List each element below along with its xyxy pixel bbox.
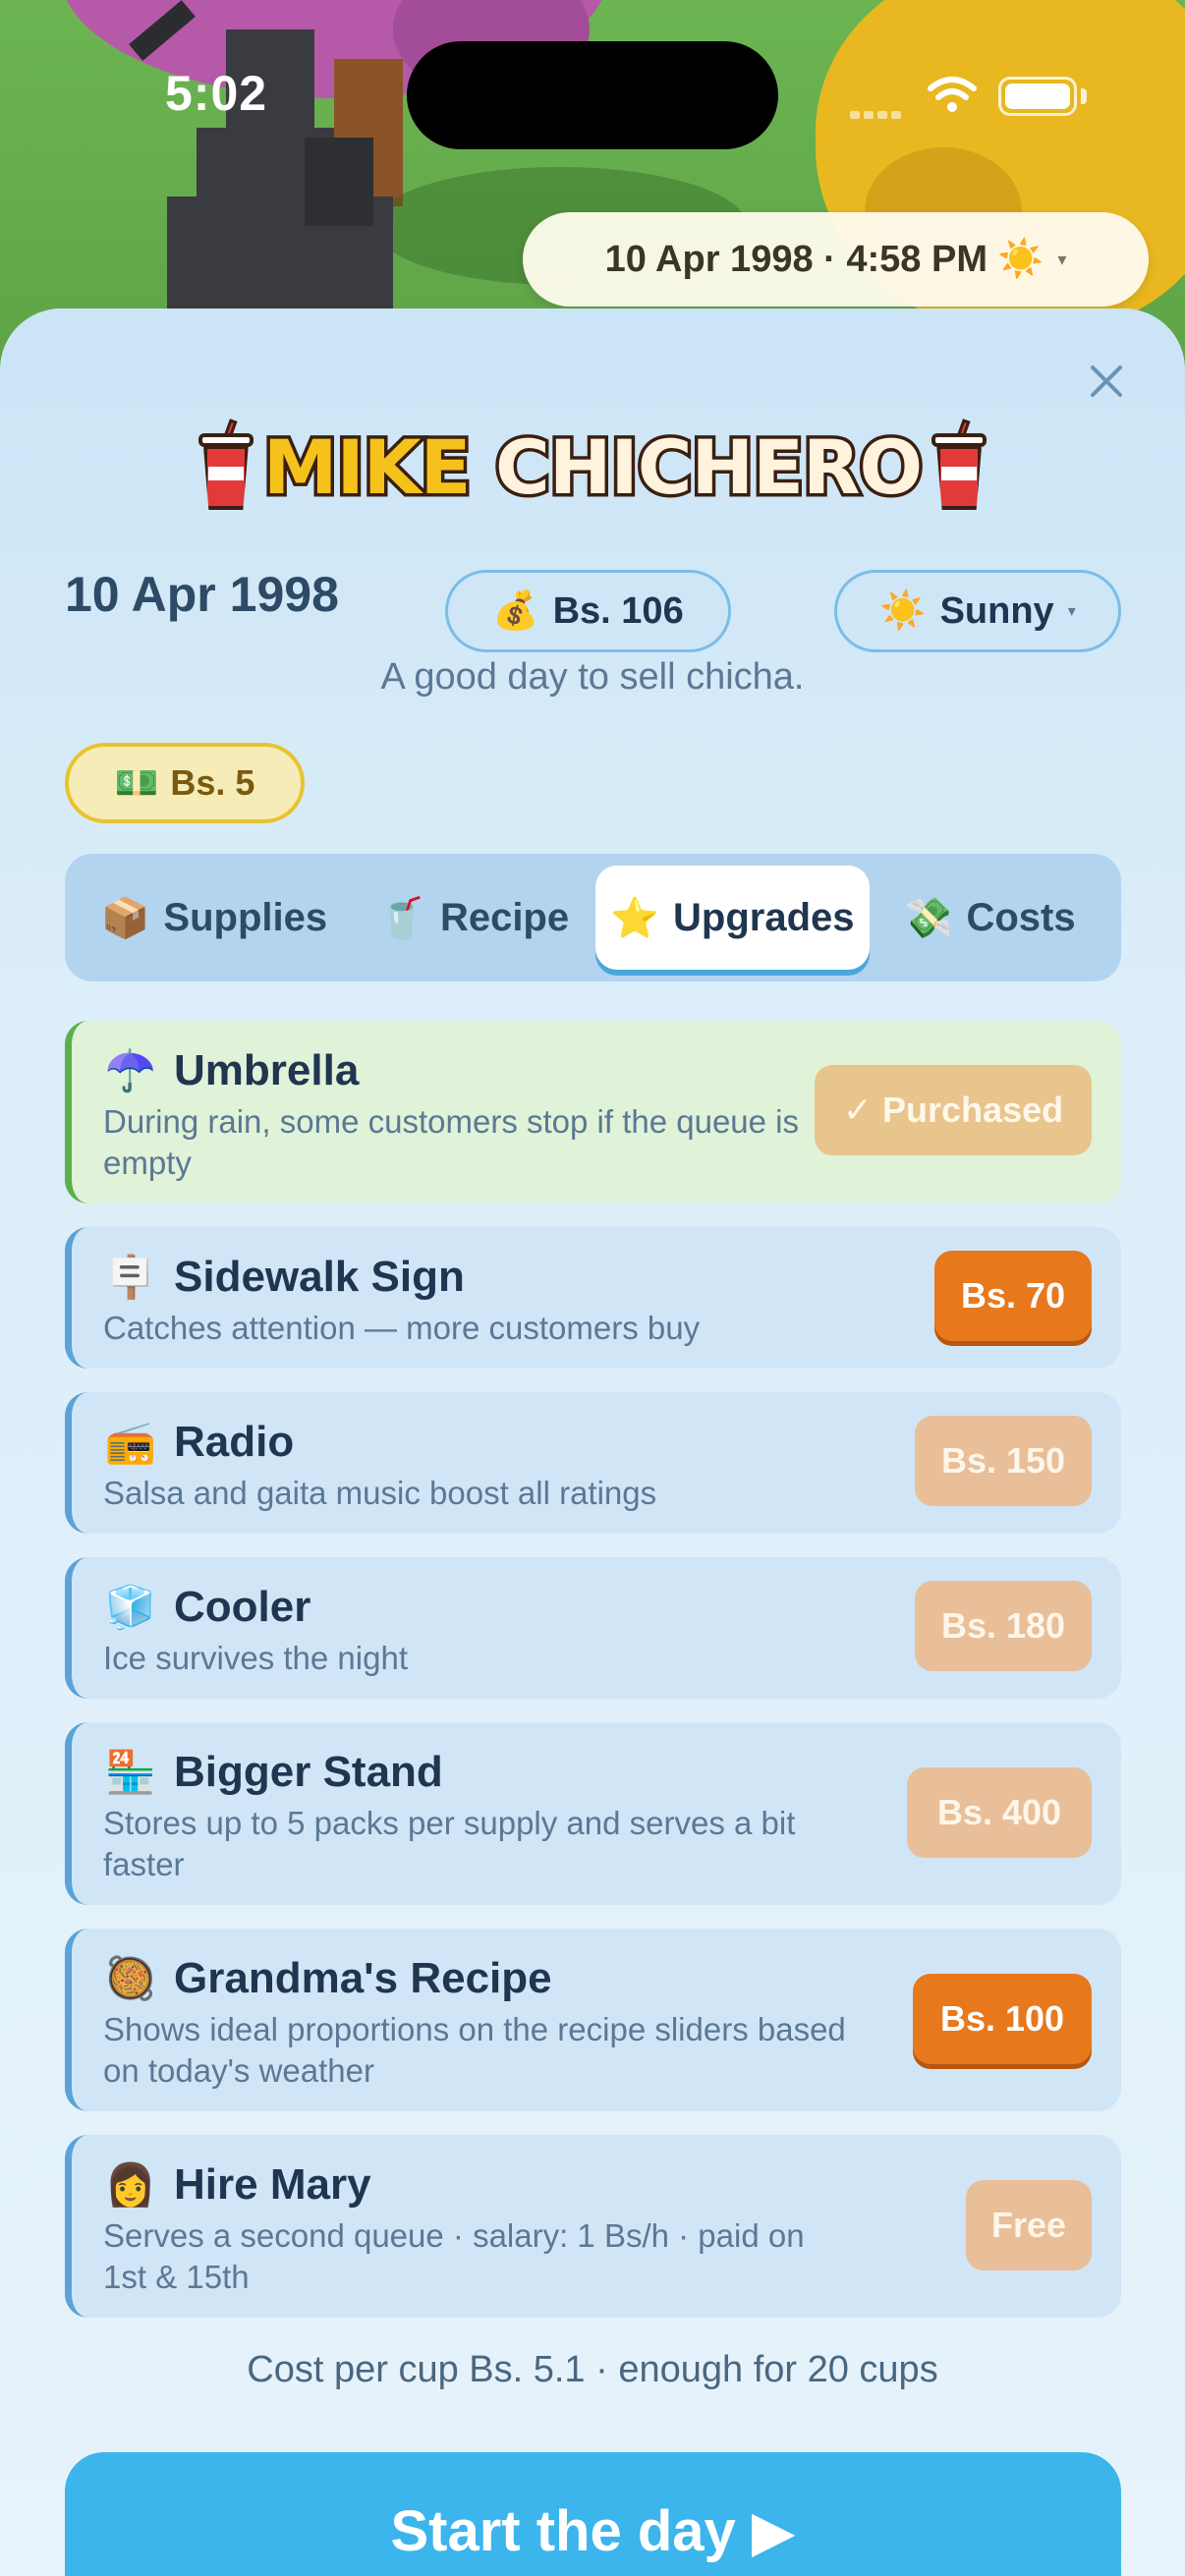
- tab-recipe[interactable]: 🥤 Recipe: [352, 866, 595, 970]
- game-logo: MIKE CHICHERO: [0, 413, 1185, 521]
- planning-sheet: MIKE CHICHERO 10 Apr 1998 💰 Bs. 106 ☀️ S…: [0, 308, 1185, 2576]
- upgrade-card-grandmas-recipe: 🥘 Grandma's Recipe Shows ideal proportio…: [65, 1929, 1121, 2111]
- buy-button[interactable]: Bs. 400: [907, 1767, 1092, 1858]
- upgrade-description: During rain, some customers stop if the …: [103, 1103, 800, 1181]
- upgrade-card-radio: 📻 Radio Salsa and gaita music boost all …: [65, 1392, 1121, 1534]
- upgrade-card-sidewalk-sign: 🪧 Sidewalk Sign Catches attention — more…: [65, 1227, 1121, 1369]
- datetime-label: 10 Apr 1998 · 4:58 PM: [604, 238, 988, 280]
- umbrella-icon: ☂️: [104, 1046, 157, 1093]
- logo-word-chichero: CHICHERO: [492, 420, 927, 514]
- close-icon: [1091, 365, 1122, 397]
- upgrade-card-hire-mary: 👩 Hire Mary Serves a second queue · sala…: [65, 2135, 1121, 2318]
- day-tagline: A good day to sell chicha.: [380, 656, 805, 698]
- close-button[interactable]: [1081, 356, 1132, 407]
- money-balance-badge: 💰 Bs. 106: [445, 570, 731, 652]
- buy-button[interactable]: Bs. 180: [915, 1581, 1092, 1671]
- weather-label: Sunny: [939, 589, 1054, 632]
- upgrade-name: Grandma's Recipe: [174, 1954, 552, 2002]
- sign-icon: 🪧: [104, 1253, 157, 1300]
- tab-label: Costs: [966, 895, 1076, 939]
- banknote-icon: 💵: [114, 762, 159, 803]
- chicha-cup-icon: [198, 419, 254, 514]
- weather-dropdown[interactable]: ☀️ Sunny ▾: [834, 570, 1121, 652]
- cash-label: Bs. 5: [170, 762, 255, 803]
- upgrade-description: Serves a second queue · salary: 1 Bs/h ·…: [103, 2217, 805, 2295]
- logo-word-mike: MIKE: [259, 420, 475, 514]
- upgrade-name: Sidewalk Sign: [174, 1253, 465, 1301]
- cooking-pot-icon: 🥘: [104, 1954, 157, 2001]
- upgrade-description: Salsa and gaita music boost all ratings: [103, 1475, 657, 1511]
- logo-title: MIKE CHICHERO: [259, 420, 927, 514]
- upgrade-name: Radio: [174, 1418, 295, 1466]
- battery-cap: [1081, 88, 1087, 104]
- upgrade-card-umbrella: ☂️ Umbrella During rain, some customers …: [65, 1021, 1121, 1204]
- chevron-down-icon: ▾: [1057, 249, 1067, 269]
- upgrade-description: Shows ideal proportions on the recipe sl…: [103, 2011, 846, 2089]
- upgrade-name: Hire Mary: [174, 2160, 371, 2209]
- battery-icon: [998, 77, 1077, 116]
- buy-button[interactable]: Bs. 100: [913, 1974, 1092, 2064]
- ice-cube-icon: 🧊: [104, 1583, 157, 1630]
- upgrade-description: Catches attention — more customers buy: [103, 1310, 701, 1346]
- upgrade-name: Cooler: [174, 1583, 311, 1631]
- wifi-icon: [928, 77, 977, 112]
- star-icon: ⭐: [610, 896, 660, 940]
- sun-icon: ☀️: [879, 590, 927, 632]
- dynamic-island: [407, 41, 778, 149]
- tab-bar: 📦 Supplies 🥤 Recipe ⭐ Upgrades 💸 Costs: [65, 854, 1121, 981]
- sun-icon: ☀️: [996, 239, 1044, 280]
- buy-button[interactable]: Bs. 70: [934, 1251, 1092, 1341]
- tab-upgrades[interactable]: ⭐ Upgrades: [594, 866, 871, 970]
- woman-icon: 👩: [104, 2160, 157, 2208]
- upgrade-name: Bigger Stand: [174, 1748, 443, 1796]
- tab-label: Upgrades: [673, 895, 855, 939]
- money-bag-icon: 💰: [492, 590, 539, 632]
- upgrade-name: Umbrella: [174, 1046, 360, 1094]
- game-datetime-dropdown[interactable]: 10 Apr 1998 · 4:58 PM ☀️ ▾: [523, 212, 1149, 307]
- money-wings-icon: 💸: [903, 896, 953, 940]
- status-bar-time: 5:02: [165, 66, 268, 121]
- chicha-cup-icon: [931, 419, 988, 514]
- tab-supplies[interactable]: 📦 Supplies: [77, 866, 352, 970]
- cup-icon: 🥤: [377, 896, 426, 940]
- package-icon: 📦: [100, 896, 150, 940]
- hire-button[interactable]: Free: [966, 2180, 1092, 2270]
- cost-per-cup-note: Cost per cup Bs. 5.1 · enough for 20 cup…: [247, 2349, 938, 2390]
- store-icon: 🏪: [104, 1748, 157, 1795]
- start-day-button[interactable]: Start the day ▶: [65, 2452, 1121, 2576]
- cash-on-hand-badge: 💵 Bs. 5: [65, 743, 305, 823]
- radio-icon: 📻: [104, 1418, 157, 1465]
- upgrade-card-cooler: 🧊 Cooler Ice survives the night Bs. 180: [65, 1557, 1121, 1699]
- upgrade-description: Ice survives the night: [103, 1640, 408, 1676]
- upgrade-card-bigger-stand: 🏪 Bigger Stand Stores up to 5 packs per …: [65, 1722, 1121, 1905]
- purchased-button: ✓ Purchased: [815, 1065, 1092, 1155]
- cellular-signal-icon: [850, 106, 907, 119]
- current-date: 10 Apr 1998: [65, 567, 339, 622]
- tab-label: Supplies: [163, 895, 328, 939]
- tab-label: Recipe: [439, 895, 570, 939]
- tab-costs[interactable]: 💸 Costs: [870, 866, 1109, 970]
- upgrade-description: Stores up to 5 packs per supply and serv…: [103, 1805, 796, 1882]
- chevron-down-icon: ▾: [1067, 603, 1076, 620]
- money-balance-label: Bs. 106: [552, 589, 684, 632]
- buy-button[interactable]: Bs. 150: [915, 1416, 1092, 1506]
